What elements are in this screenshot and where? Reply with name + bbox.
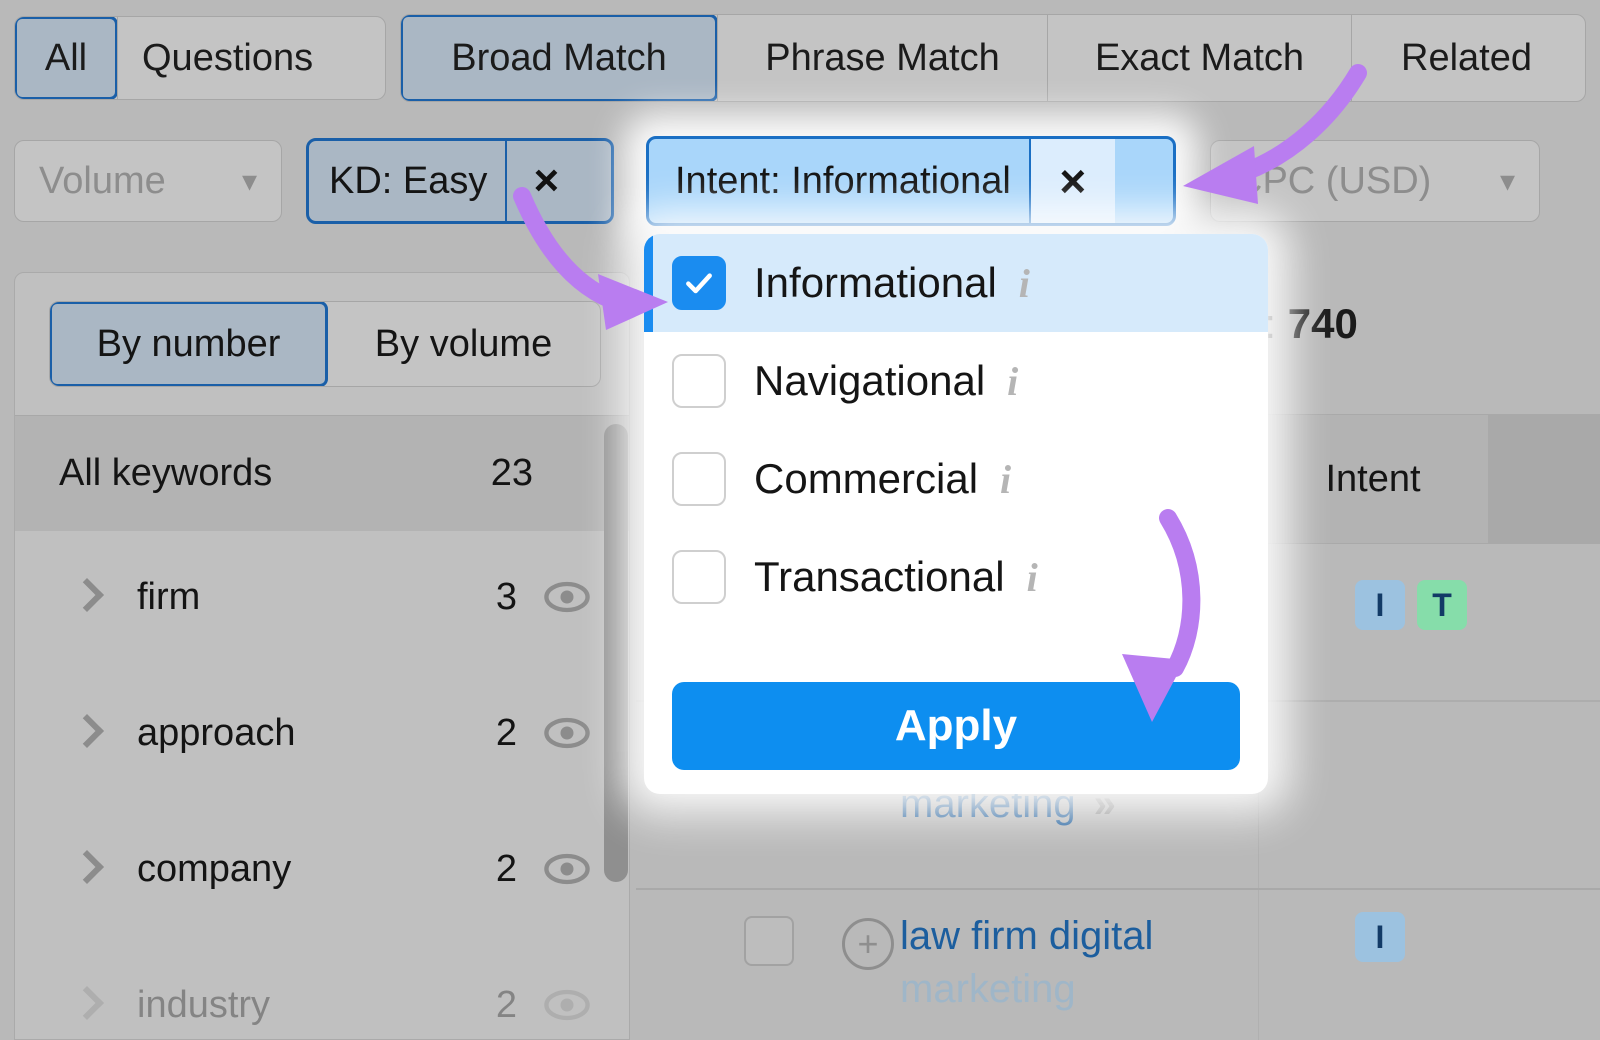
checkbox-transactional[interactable] — [672, 550, 726, 604]
dropdown-option-label: Navigational — [754, 357, 986, 404]
info-icon[interactable]: i — [1019, 260, 1030, 307]
list-item[interactable]: industry 2 — [15, 939, 629, 1039]
filter-intent-close-icon[interactable]: × — [1028, 139, 1115, 223]
group-count: 3 — [495, 575, 517, 618]
filter-volume[interactable]: Volume ▾ — [14, 140, 282, 222]
list-item[interactable]: firm 3 — [15, 531, 629, 663]
tab-exact-match[interactable]: Exact Match — [1047, 15, 1351, 101]
filter-cpc-label: CPC (USD) — [1235, 159, 1432, 202]
status-badge-transactional: T — [1417, 580, 1467, 630]
info-icon[interactable]: i — [1027, 554, 1038, 601]
filter-kd-label: KD: Easy — [329, 159, 488, 202]
eye-icon[interactable] — [541, 843, 593, 895]
status-badge-informational: I — [1355, 580, 1405, 630]
dropdown-option-label: Transactional — [754, 553, 1005, 600]
tab-phrase-match[interactable]: Phrase Match — [717, 15, 1047, 101]
left-panel-scrollbar[interactable] — [604, 424, 628, 882]
filter-intent-label: Intent: Informational — [675, 159, 1011, 202]
chevron-right-icon[interactable] — [71, 852, 105, 886]
chevron-right-icon[interactable] — [71, 716, 105, 750]
dropdown-option-navigational[interactable]: Navigational i — [644, 332, 1268, 430]
group-count: 2 — [495, 711, 517, 754]
status-badge-informational: I — [1355, 912, 1405, 962]
info-icon[interactable]: i — [1000, 456, 1011, 503]
apply-button[interactable]: Apply — [672, 682, 1240, 770]
list-item[interactable]: company 2 — [15, 803, 629, 935]
table-row-divider — [636, 888, 1600, 890]
filter-cpc[interactable]: CPC (USD) ▾ — [1210, 140, 1540, 222]
dropdown-option-label: Informational — [754, 259, 997, 306]
eye-icon[interactable] — [541, 707, 593, 759]
table-header-intent-label: Intent — [1325, 457, 1421, 500]
group-name: company — [137, 847, 292, 890]
chevron-down-icon: ▾ — [1499, 164, 1515, 198]
list-item[interactable]: approach 2 — [15, 667, 629, 799]
toggle-by-number[interactable]: By number — [50, 302, 328, 386]
checkbox-navigational[interactable] — [672, 354, 726, 408]
group-sort-toggle[interactable]: By number By volume — [49, 301, 601, 387]
dropdown-option-commercial[interactable]: Commercial i — [644, 430, 1268, 528]
table-header-filler — [1488, 414, 1600, 544]
dropdown-option-transactional[interactable]: Transactional i — [644, 528, 1268, 626]
keyword-link-text-line1: law firm digital — [900, 914, 1154, 958]
tab-related[interactable]: Related — [1351, 15, 1581, 101]
match-type-tabs[interactable]: Broad Match Phrase Match Exact Match Rel… — [400, 14, 1586, 102]
group-name: firm — [137, 575, 201, 618]
eye-icon[interactable] — [541, 979, 593, 1031]
intent-badges: I T — [1355, 580, 1467, 630]
keyword-link-text-line2: marketing — [900, 967, 1076, 1011]
filter-kd-chip[interactable]: KD: Easy × — [306, 138, 614, 224]
intent-filter-dropdown: Informational i Navigational i Commercia… — [644, 234, 1268, 794]
group-name: approach — [137, 711, 296, 754]
row-checkbox[interactable] — [744, 916, 794, 966]
tab-questions[interactable]: Questions — [117, 17, 337, 99]
keyword-type-tabs[interactable]: All Questions — [14, 16, 386, 100]
keyword-groups-panel: By number By volume All keywords 23 firm… — [14, 272, 630, 1040]
group-name: industry — [137, 983, 271, 1026]
table-header-intent[interactable]: Intent — [1258, 414, 1488, 544]
filter-intent-chip[interactable]: Intent: Informational × — [646, 136, 1176, 226]
group-count: 2 — [495, 847, 517, 890]
toggle-by-volume[interactable]: By volume — [327, 302, 600, 386]
tab-all[interactable]: All — [15, 17, 118, 99]
group-count: 2 — [495, 983, 517, 1026]
all-keywords-label: All keywords — [59, 452, 273, 494]
intent-badges: I — [1355, 912, 1405, 962]
chevron-down-icon: ▾ — [241, 164, 257, 198]
volume-summary-value: 740 — [1287, 300, 1358, 347]
filter-volume-label: Volume — [39, 159, 166, 202]
chevron-right-icon[interactable] — [71, 988, 105, 1022]
eye-icon[interactable] — [541, 571, 593, 623]
keyword-link[interactable]: law firm digital marketing — [900, 914, 1153, 1012]
checkbox-informational[interactable] — [672, 256, 726, 310]
all-keywords-count: 23 — [490, 452, 533, 494]
add-keyword-icon[interactable]: + — [842, 918, 894, 970]
all-keywords-header[interactable]: All keywords 23 — [15, 415, 629, 531]
chevron-right-icon[interactable] — [71, 580, 105, 614]
checkbox-commercial[interactable] — [672, 452, 726, 506]
dropdown-option-label: Commercial — [754, 455, 979, 502]
dropdown-option-informational[interactable]: Informational i — [644, 234, 1268, 332]
tab-broad-match[interactable]: Broad Match — [401, 15, 718, 101]
info-icon[interactable]: i — [1007, 358, 1018, 405]
filter-kd-close-icon[interactable]: × — [505, 141, 585, 221]
